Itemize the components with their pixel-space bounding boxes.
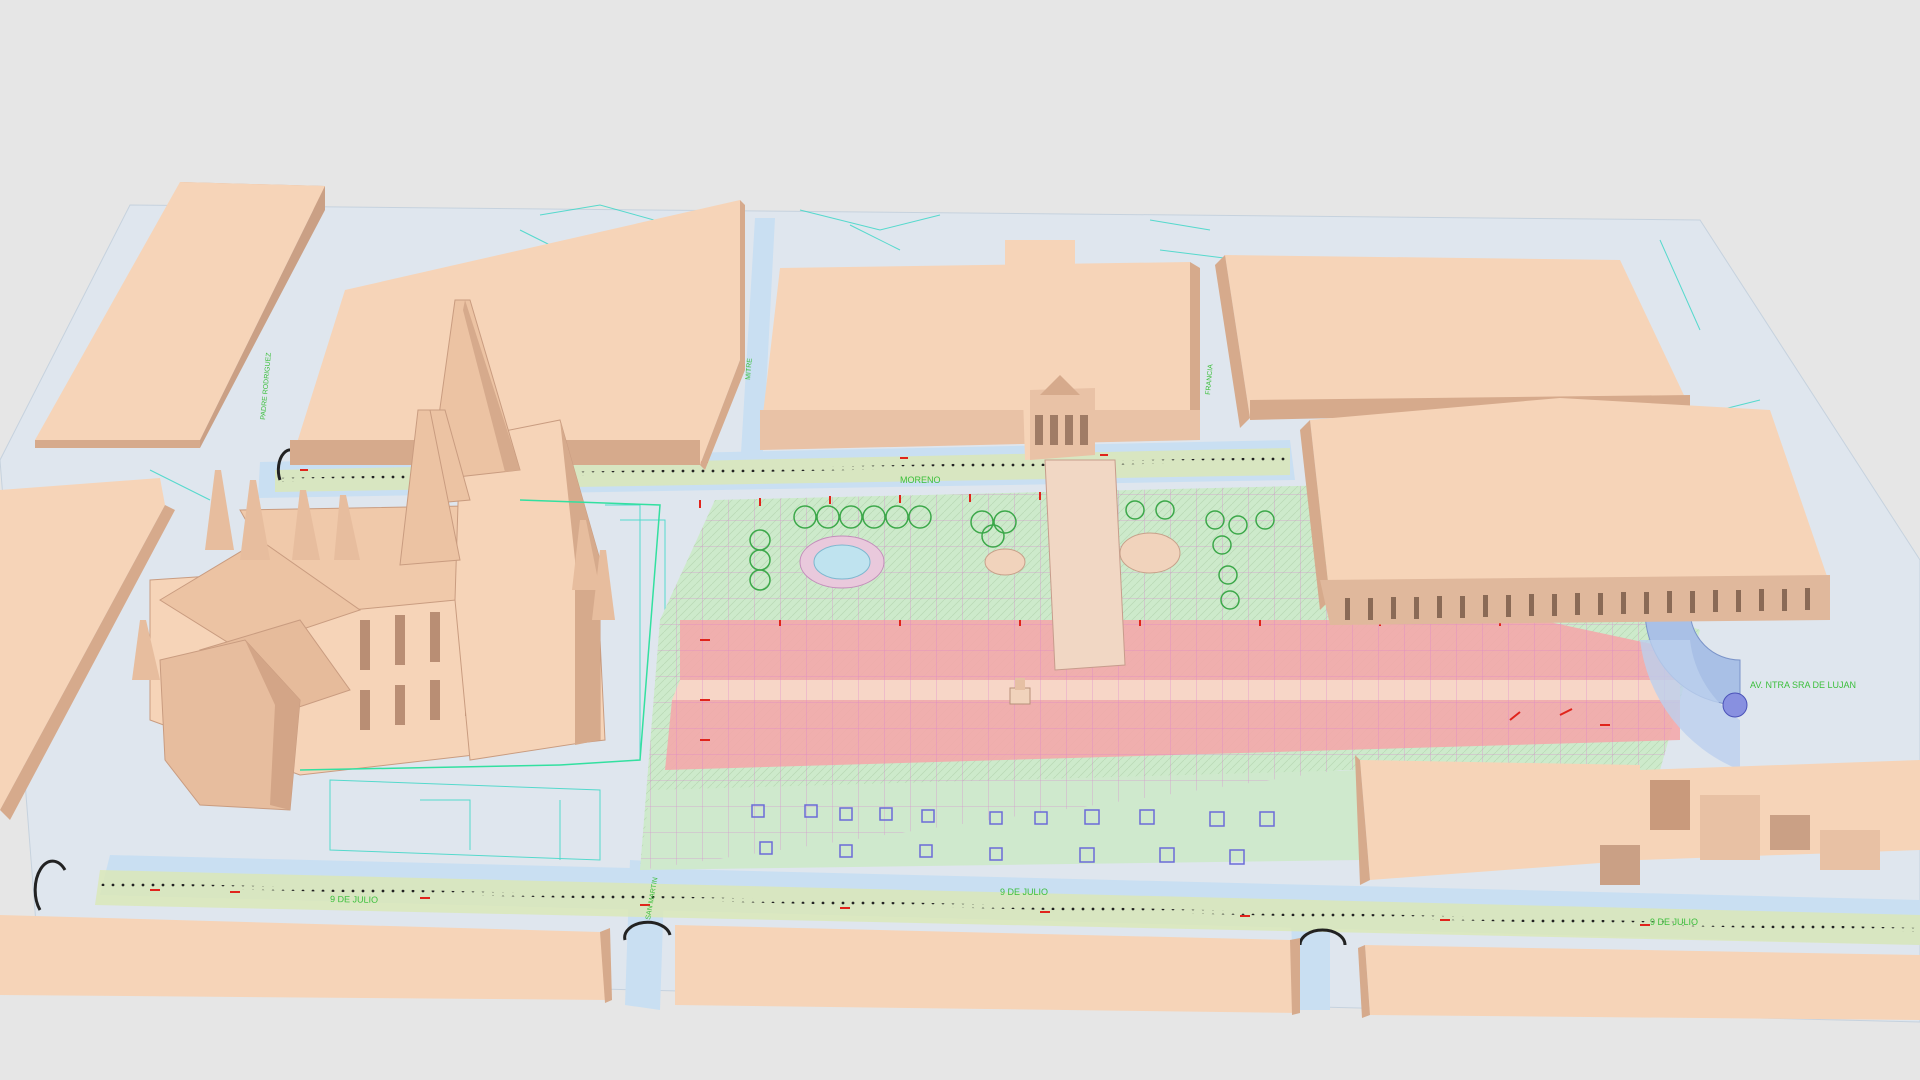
street-label-9-de-julio-left: 9 DE JULIO: [330, 894, 378, 905]
3d-model-viewport[interactable]: 9 DE JULIO 9 DE JULIO 9 DE JULIO SAN MAR…: [0, 0, 1920, 1080]
street-label-av-lujan: AV. NTRA SRA DE LUJAN: [1750, 680, 1856, 690]
street-label-9-de-julio-right: 9 DE JULIO: [1650, 917, 1698, 927]
street-label-moreno: MORENO: [900, 475, 941, 485]
street-label-9-de-julio-center: 9 DE JULIO: [1000, 887, 1048, 897]
scene-canvas[interactable]: 9 DE JULIO 9 DE JULIO 9 DE JULIO SAN MAR…: [0, 0, 1920, 1080]
